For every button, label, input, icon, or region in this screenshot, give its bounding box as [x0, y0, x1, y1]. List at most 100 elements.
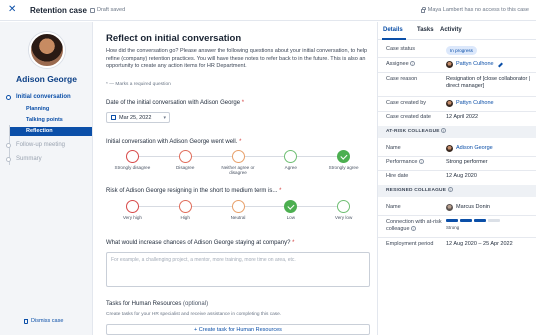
scale-option[interactable]: Neither agree or disagree	[212, 150, 264, 176]
divider	[378, 237, 536, 238]
top-bar: ✕ Retention case Draft saved Maya Lamber…	[0, 0, 536, 21]
sidebar-subitem-planning[interactable]: Planning	[10, 105, 92, 114]
scale-option-label: Low	[286, 215, 296, 220]
divider	[378, 156, 536, 157]
dismiss-case-button[interactable]: Dismiss case	[24, 318, 63, 324]
pencil-icon[interactable]	[497, 62, 503, 67]
question-went-well: Initial conversation with Adison George …	[106, 139, 242, 145]
status-badge: In progress	[446, 46, 477, 55]
scale-option[interactable]: Disagree	[159, 150, 211, 170]
create-task-button[interactable]: + Create task for Human Resources	[106, 324, 370, 335]
tab-details[interactable]: Details	[383, 27, 403, 33]
scale-option[interactable]: Strongly disagree	[106, 150, 158, 170]
sidebar-item-initial-conversation[interactable]: Initial conversation	[6, 94, 71, 100]
radio-icon[interactable]	[284, 150, 298, 163]
case-status-label: Case status	[386, 46, 416, 52]
tasks-title-text: Tasks for Human Resources	[106, 301, 182, 307]
scale-option[interactable]: Neutral	[212, 200, 264, 220]
main-content: Reflect on initial conversation How did …	[94, 22, 376, 335]
divider	[378, 170, 536, 171]
question-went-well-text: Initial conversation with Adison George …	[106, 139, 238, 145]
sidebar-subitem-talking-points[interactable]: Talking points	[10, 116, 92, 125]
divider	[378, 96, 536, 97]
radio-icon[interactable]	[231, 200, 245, 213]
sidebar-item-label: Initial conversation	[16, 94, 71, 100]
case-reason-value: Resignation of [close collaborator | dir…	[446, 76, 531, 89]
sidebar-item-follow-up-meeting[interactable]: Follow-up meeting	[6, 142, 65, 148]
scale-option-label: Very high	[122, 215, 142, 220]
section-title: Reflect on initial conversation	[106, 33, 242, 44]
question-risk: Risk of Adison George resigning in the s…	[106, 188, 282, 194]
info-icon: i	[411, 226, 417, 232]
radio-icon[interactable]	[231, 150, 245, 163]
required-note: * — Marks a required question	[106, 82, 171, 87]
sidebar-subitem-reflection[interactable]: Reflection	[10, 127, 92, 136]
date-picker[interactable]: Mar 25, 2022 ▾	[106, 112, 170, 123]
dismiss-label: Dismiss case	[31, 318, 64, 324]
scale-option[interactable]: Very low	[318, 200, 370, 220]
trash-icon	[24, 318, 28, 324]
details-panel: Details Tasks Activity Case status In pr…	[377, 22, 536, 335]
scale-option-label: Neutral	[230, 215, 246, 220]
tab-activity[interactable]: Activity	[440, 27, 462, 33]
info-icon: i	[419, 159, 425, 165]
radio-selected-icon[interactable]	[337, 150, 351, 163]
strength-bar	[488, 219, 500, 222]
scale-option-label: Strongly disagree	[114, 165, 151, 170]
radio-icon[interactable]	[125, 200, 139, 213]
case-created-by-label: Case created by	[386, 100, 427, 106]
radio-icon[interactable]	[178, 150, 192, 163]
access-notice-text: Maya Lambert has no access to this case	[427, 7, 529, 13]
scale-option-label: Neither agree or disagree	[221, 165, 255, 176]
resigned-section-heading: RESIGNED COLLEAGUE i	[378, 185, 536, 197]
access-notice: Maya Lambert has no access to this case	[420, 7, 529, 13]
radio-icon[interactable]	[178, 200, 192, 213]
case-created-date-value: 12 April 2022	[446, 114, 479, 120]
strength-bar	[474, 219, 486, 222]
save-icon	[90, 7, 95, 13]
avatar	[446, 100, 453, 107]
scale-option[interactable]: Agree	[265, 150, 317, 170]
connection-strength-meter	[446, 219, 534, 222]
scale-option[interactable]: Very high	[106, 200, 158, 220]
case-reason-label: Case reason	[386, 76, 418, 82]
sidebar-item-summary[interactable]: Summary	[6, 156, 42, 162]
draft-label: Draft saved	[97, 7, 126, 13]
strength-bar	[446, 219, 458, 222]
strength-bar	[460, 219, 472, 222]
tasks-optional-tag: (optional)	[183, 301, 209, 307]
assignee-link[interactable]: Pattyn Culhone	[456, 61, 494, 68]
active-tab-indicator	[382, 38, 406, 40]
scale-option[interactable]: Strongly agree	[318, 150, 370, 170]
radio-selected-icon[interactable]	[284, 200, 298, 213]
sidebar: Adison George Initial conversation Plann…	[0, 22, 93, 335]
created-by-link[interactable]: Pattyn Culhone	[456, 100, 494, 107]
date-value: Mar 25, 2022	[119, 114, 152, 121]
question-date-text: Date of the initial conversation with Ad…	[106, 100, 241, 106]
scale-option-label: Agree	[284, 165, 297, 170]
employment-value: 12 Aug 2020 – 25 Apr 2022	[446, 241, 513, 247]
question-increase-text: What would increase chances of Adison Ge…	[106, 240, 291, 246]
increase-chances-textarea[interactable]: For example, a challenging project, a me…	[106, 252, 370, 287]
step-circle-icon	[6, 142, 11, 148]
chevron-down-icon: ▾	[163, 114, 166, 121]
radio-icon[interactable]	[337, 200, 351, 213]
divider	[378, 111, 536, 112]
calendar-icon	[111, 115, 116, 120]
scale-option[interactable]: Low	[265, 200, 317, 220]
at-risk-name-link[interactable]: Adison George	[456, 145, 493, 152]
close-icon[interactable]: ✕	[8, 5, 16, 15]
question-increase: What would increase chances of Adison Ge…	[106, 240, 295, 246]
at-risk-section-heading: AT-RISK COLLEAGUE i	[378, 126, 536, 138]
performance-label: Performance i	[386, 159, 446, 166]
sidebar-item-label: Follow-up meeting	[16, 142, 66, 148]
person-name: Adison George	[16, 74, 77, 84]
tab-tasks[interactable]: Tasks	[417, 27, 434, 33]
radio-icon[interactable]	[125, 150, 139, 163]
scale-option[interactable]: High	[159, 200, 211, 220]
performance-value: Strong performer	[446, 159, 488, 165]
avatar	[446, 61, 453, 68]
question-date: Date of the initial conversation with Ad…	[106, 100, 245, 106]
info-icon: i	[410, 61, 416, 67]
hire-date-value: 12 Aug 2020	[446, 173, 477, 179]
